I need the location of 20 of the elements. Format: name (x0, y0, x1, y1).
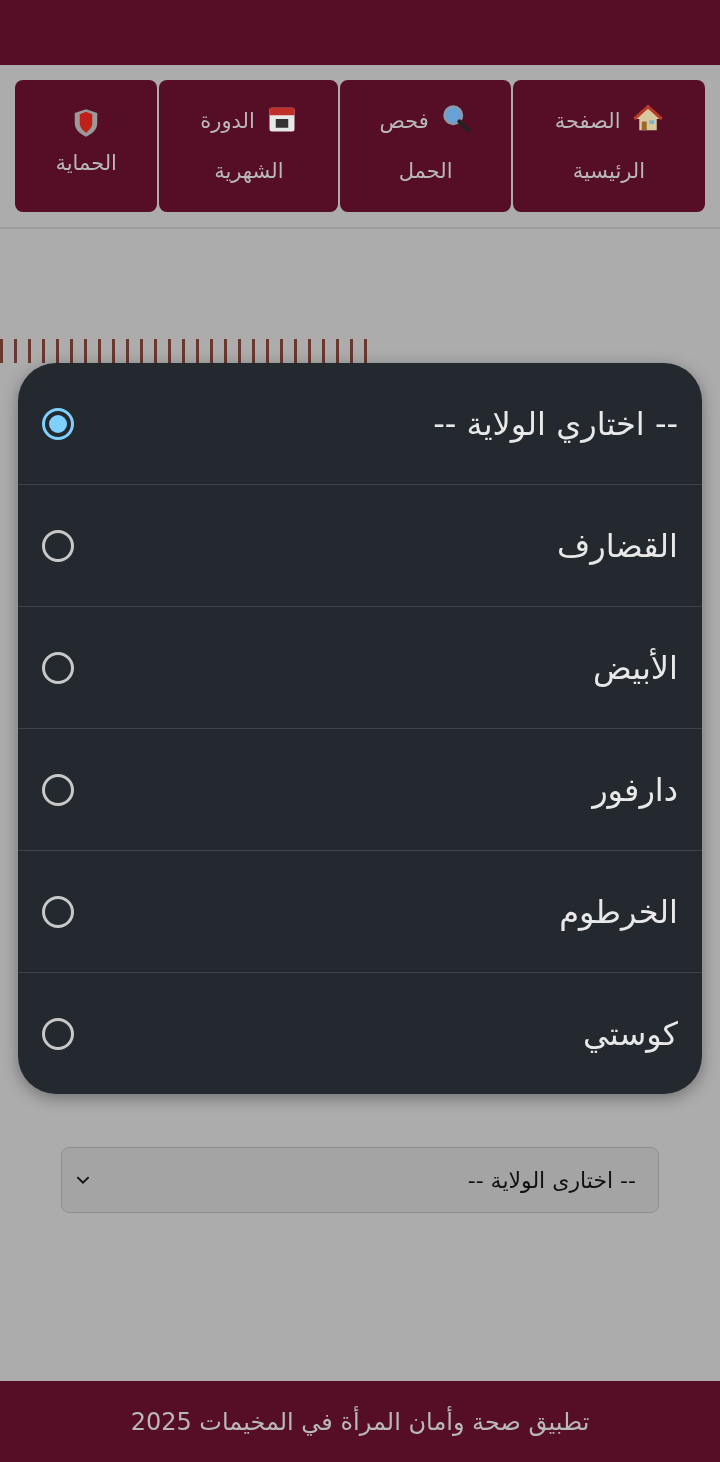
radio-button[interactable] (42, 1017, 74, 1050)
state-select[interactable]: -- اختارى الولاية -- (61, 1147, 659, 1213)
radio-button[interactable] (42, 651, 74, 684)
nav-button[interactable]: الدورة الشهرية (159, 80, 339, 212)
chevron-down-icon (76, 1175, 90, 1185)
radio-button[interactable] (42, 773, 74, 806)
option-item[interactable]: كوستي (18, 972, 702, 1094)
radio-button[interactable] (42, 895, 74, 928)
option-item[interactable]: -- اختاري الولاية -- (18, 363, 702, 484)
magnifier-icon (441, 104, 472, 134)
radio-button[interactable] (42, 407, 74, 440)
footer-text: تطبيق صحة وأمان المرأة في المخيمات 2025 (130, 1407, 590, 1436)
nav-button[interactable]: فحص الحمل (340, 80, 511, 212)
option-item[interactable]: القضارف (18, 484, 702, 606)
option-item[interactable]: دارفور (18, 728, 702, 850)
option-item[interactable]: الخرطوم (18, 850, 702, 972)
radio-button[interactable] (42, 529, 74, 562)
option-item[interactable]: الأبيض (18, 606, 702, 728)
nav-button[interactable]: الصفحة الرئيسية (512, 80, 705, 212)
nav-button[interactable]: الحماية (15, 80, 158, 212)
